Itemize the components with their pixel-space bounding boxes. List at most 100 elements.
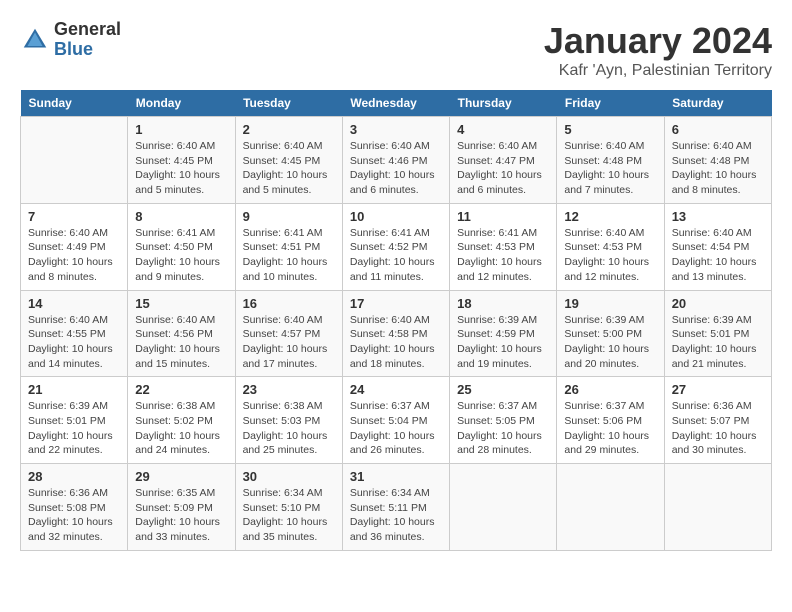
day-info: Sunrise: 6:34 AM Sunset: 5:10 PM Dayligh… [243,486,335,545]
day-info: Sunrise: 6:40 AM Sunset: 4:46 PM Dayligh… [350,139,442,198]
day-number: 2 [243,122,335,137]
day-number: 4 [457,122,549,137]
title-block: January 2024 Kafr 'Ayn, Palestinian Terr… [544,20,772,80]
calendar-day-cell: 17 Sunrise: 6:40 AM Sunset: 4:58 PM Dayli… [342,290,449,377]
day-info: Sunrise: 6:41 AM Sunset: 4:53 PM Dayligh… [457,226,549,285]
day-number: 26 [564,382,656,397]
calendar-day-cell: 15Sunrise: 6:40 AM Sunset: 4:56 PM Dayli… [128,290,235,377]
day-info: Sunrise: 6:41 AM Sunset: 4:50 PM Dayligh… [135,226,227,285]
day-number: 8 [135,209,227,224]
day-info: Sunrise: 6:34 AM Sunset: 5:11 PM Dayligh… [350,486,442,545]
calendar-day-cell: 29 Sunrise: 6:35 AM Sunset: 5:09 PM Dayli… [128,464,235,551]
calendar-day-cell: 25Sunrise: 6:37 AM Sunset: 5:05 PM Dayli… [450,377,557,464]
day-number: 28 [28,469,120,484]
day-number: 20 [672,296,764,311]
day-info: Sunrise: 6:40 AM Sunset: 4:48 PM Dayligh… [564,139,656,198]
day-info: Sunrise: 6:40 AM Sunset: 4:54 PM Dayligh… [672,226,764,285]
day-number: 14 [28,296,120,311]
day-number: 17 [350,296,442,311]
day-info: Sunrise: 6:41 AM Sunset: 4:51 PM Dayligh… [243,226,335,285]
calendar-day-cell: 14Sunrise: 6:40 AM Sunset: 4:55 PM Dayli… [21,290,128,377]
day-number: 27 [672,382,764,397]
page-title: January 2024 [544,20,772,62]
logo-text: General Blue [54,20,121,60]
day-number: 3 [350,122,442,137]
calendar-day-cell: 9Sunrise: 6:41 AM Sunset: 4:51 PM Daylig… [235,203,342,290]
calendar-day-cell: 4 Sunrise: 6:40 AM Sunset: 4:47 PM Daylig… [450,117,557,204]
day-info: Sunrise: 6:40 AM Sunset: 4:48 PM Dayligh… [672,139,764,198]
day-info: Sunrise: 6:40 AM Sunset: 4:47 PM Dayligh… [457,139,549,198]
day-info: Sunrise: 6:40 AM Sunset: 4:56 PM Dayligh… [135,313,227,372]
day-number: 1 [135,122,227,137]
day-info: Sunrise: 6:40 AM Sunset: 4:45 PM Dayligh… [243,139,335,198]
calendar-day-cell [664,464,771,551]
day-number: 13 [672,209,764,224]
day-number: 23 [243,382,335,397]
calendar-day-cell: 19 Sunrise: 6:39 AM Sunset: 5:00 PM Dayli… [557,290,664,377]
calendar-week-row: 28Sunrise: 6:36 AM Sunset: 5:08 PM Dayli… [21,464,772,551]
page-header: General Blue January 2024 Kafr 'Ayn, Pal… [20,20,772,80]
calendar-day-cell: 3 Sunrise: 6:40 AM Sunset: 4:46 PM Daylig… [342,117,449,204]
calendar-day-cell: 21 Sunrise: 6:39 AM Sunset: 5:01 PM Dayli… [21,377,128,464]
day-number: 5 [564,122,656,137]
calendar-day-cell: 16 Sunrise: 6:40 AM Sunset: 4:57 PM Dayli… [235,290,342,377]
logo: General Blue [20,20,121,60]
day-info: Sunrise: 6:38 AM Sunset: 5:03 PM Dayligh… [243,399,335,458]
day-info: Sunrise: 6:39 AM Sunset: 5:01 PM Dayligh… [672,313,764,372]
day-number: 30 [243,469,335,484]
day-number: 18 [457,296,549,311]
calendar-day-cell: 23 Sunrise: 6:38 AM Sunset: 5:03 PM Dayli… [235,377,342,464]
day-info: Sunrise: 6:40 AM Sunset: 4:57 PM Dayligh… [243,313,335,372]
calendar-day-cell: 30 Sunrise: 6:34 AM Sunset: 5:10 PM Dayli… [235,464,342,551]
calendar-header-row: SundayMondayTuesdayWednesdayThursdayFrid… [21,90,772,117]
calendar-day-cell: 20 Sunrise: 6:39 AM Sunset: 5:01 PM Dayli… [664,290,771,377]
weekday-header: Wednesday [342,90,449,117]
day-info: Sunrise: 6:39 AM Sunset: 5:00 PM Dayligh… [564,313,656,372]
logo-icon [20,25,50,55]
day-number: 10 [350,209,442,224]
calendar-day-cell: 13 Sunrise: 6:40 AM Sunset: 4:54 PM Dayli… [664,203,771,290]
calendar-day-cell [21,117,128,204]
calendar-week-row: 1 Sunrise: 6:40 AM Sunset: 4:45 PM Daylig… [21,117,772,204]
day-number: 25 [457,382,549,397]
day-info: Sunrise: 6:39 AM Sunset: 4:59 PM Dayligh… [457,313,549,372]
calendar-day-cell: 24 Sunrise: 6:37 AM Sunset: 5:04 PM Dayli… [342,377,449,464]
day-number: 21 [28,382,120,397]
calendar-week-row: 7Sunrise: 6:40 AM Sunset: 4:49 PM Daylig… [21,203,772,290]
weekday-header: Friday [557,90,664,117]
weekday-header: Sunday [21,90,128,117]
day-number: 31 [350,469,442,484]
weekday-header: Tuesday [235,90,342,117]
day-number: 22 [135,382,227,397]
day-number: 6 [672,122,764,137]
calendar-week-row: 21 Sunrise: 6:39 AM Sunset: 5:01 PM Dayli… [21,377,772,464]
day-info: Sunrise: 6:35 AM Sunset: 5:09 PM Dayligh… [135,486,227,545]
day-number: 19 [564,296,656,311]
day-info: Sunrise: 6:37 AM Sunset: 5:06 PM Dayligh… [564,399,656,458]
calendar-day-cell [557,464,664,551]
calendar-day-cell: 26 Sunrise: 6:37 AM Sunset: 5:06 PM Dayli… [557,377,664,464]
day-number: 7 [28,209,120,224]
weekday-header: Saturday [664,90,771,117]
calendar-day-cell: 5 Sunrise: 6:40 AM Sunset: 4:48 PM Daylig… [557,117,664,204]
day-info: Sunrise: 6:37 AM Sunset: 5:04 PM Dayligh… [350,399,442,458]
calendar-day-cell: 31 Sunrise: 6:34 AM Sunset: 5:11 PM Dayli… [342,464,449,551]
day-info: Sunrise: 6:40 AM Sunset: 4:58 PM Dayligh… [350,313,442,372]
calendar-day-cell: 7Sunrise: 6:40 AM Sunset: 4:49 PM Daylig… [21,203,128,290]
calendar-day-cell: 22 Sunrise: 6:38 AM Sunset: 5:02 PM Dayli… [128,377,235,464]
day-info: Sunrise: 6:40 AM Sunset: 4:53 PM Dayligh… [564,226,656,285]
day-info: Sunrise: 6:38 AM Sunset: 5:02 PM Dayligh… [135,399,227,458]
calendar-day-cell: 11Sunrise: 6:41 AM Sunset: 4:53 PM Dayli… [450,203,557,290]
calendar-day-cell: 10Sunrise: 6:41 AM Sunset: 4:52 PM Dayli… [342,203,449,290]
weekday-header: Monday [128,90,235,117]
calendar-day-cell: 12Sunrise: 6:40 AM Sunset: 4:53 PM Dayli… [557,203,664,290]
logo-general: General [54,20,121,40]
day-number: 29 [135,469,227,484]
day-info: Sunrise: 6:36 AM Sunset: 5:07 PM Dayligh… [672,399,764,458]
day-number: 16 [243,296,335,311]
calendar-day-cell: 28Sunrise: 6:36 AM Sunset: 5:08 PM Dayli… [21,464,128,551]
day-info: Sunrise: 6:39 AM Sunset: 5:01 PM Dayligh… [28,399,120,458]
calendar-day-cell: 27 Sunrise: 6:36 AM Sunset: 5:07 PM Dayli… [664,377,771,464]
day-number: 24 [350,382,442,397]
calendar-day-cell [450,464,557,551]
